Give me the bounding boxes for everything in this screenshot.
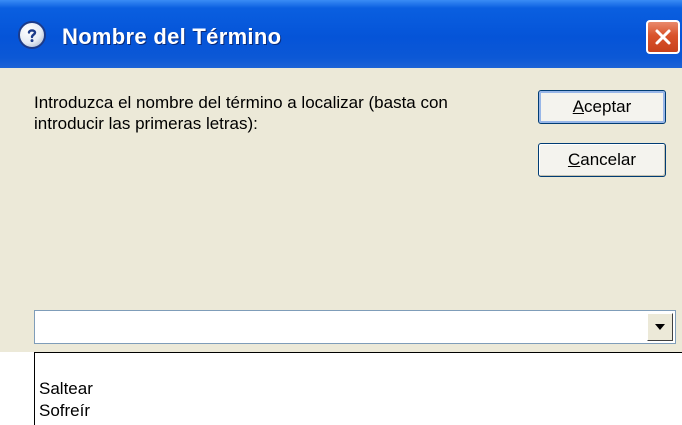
cancel-label: ancelar <box>580 150 637 169</box>
accept-accelerator: A <box>572 97 585 116</box>
close-icon <box>655 29 671 45</box>
cancel-button[interactable]: Cancelar <box>538 143 666 177</box>
accept-button[interactable]: Aceptar <box>538 90 666 124</box>
accept-label: ceptar <box>584 97 632 116</box>
chevron-down-icon <box>655 324 665 330</box>
help-question-icon <box>18 21 46 49</box>
combobox-dropdown-button[interactable] <box>647 313 673 341</box>
dialog-window: Nombre del Término Introduzca el nombre … <box>0 0 682 352</box>
dialog-title: Nombre del Término <box>62 24 282 49</box>
list-item[interactable]: Saltear <box>39 379 93 399</box>
list-item[interactable]: Sofreír <box>39 401 90 421</box>
close-button[interactable] <box>646 20 680 54</box>
dropdown-list: Saltear Sofreír <box>34 352 682 425</box>
term-combobox[interactable] <box>34 310 676 344</box>
cancel-accelerator: C <box>567 150 581 169</box>
title-bar[interactable]: Nombre del Término <box>0 0 682 68</box>
dialog-message: Introduzca el nombre del término a local… <box>34 93 448 133</box>
